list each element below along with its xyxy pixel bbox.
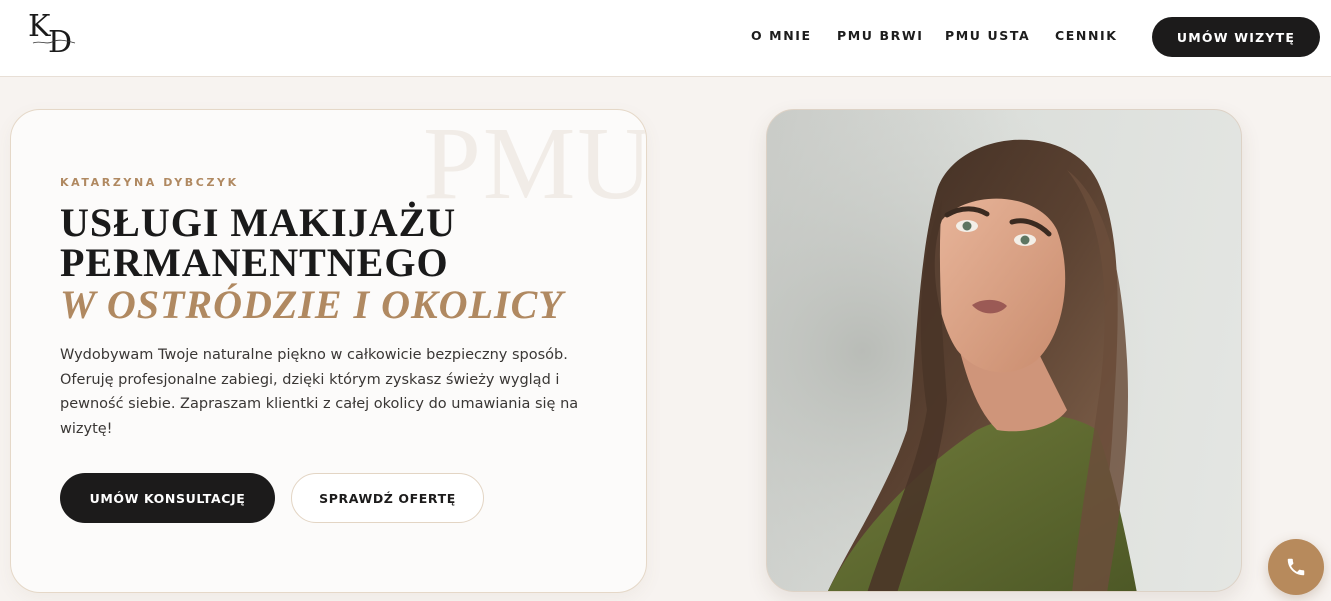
check-offer-button[interactable]: SPRAWDŹ OFERTĘ bbox=[291, 473, 484, 523]
portrait-illustration bbox=[767, 110, 1241, 591]
hero-title-italic: W OSTRÓDZIE I OKOLICY bbox=[60, 282, 564, 327]
call-fab-button[interactable] bbox=[1268, 539, 1324, 595]
hero-description: Wydobywam Twoje naturalne piękno w całko… bbox=[60, 347, 579, 437]
book-consultation-button[interactable]: UMÓW KONSULTACJĘ bbox=[60, 473, 275, 523]
hero-eyebrow: KATARZYNA DYBCZYK bbox=[60, 176, 239, 189]
hero-title-line-1: USŁUGI MAKIJAŻU bbox=[60, 200, 457, 245]
hero-title-line-2: PERMANENTNEGO bbox=[60, 240, 449, 285]
nav-link-pmu-brwi[interactable]: PMU BRWI bbox=[837, 28, 924, 43]
hero-title: USŁUGI MAKIJAŻU PERMANENTNEGO W OSTRÓDZI… bbox=[60, 203, 620, 325]
nav-link-cennik[interactable]: CENNIK bbox=[1055, 28, 1118, 43]
hero-card: PMU KATARZYNA DYBCZYK USŁUGI MAKIJAŻU PE… bbox=[10, 109, 647, 593]
site-header: K D O MNIE PMU BRWI PMU USTA CENNIK UMÓW… bbox=[0, 0, 1331, 77]
nav-link-o-mnie[interactable]: O MNIE bbox=[751, 28, 812, 43]
book-visit-button[interactable]: UMÓW WIZYTĘ bbox=[1152, 17, 1320, 57]
phone-icon bbox=[1287, 558, 1305, 576]
portrait-photo bbox=[766, 109, 1242, 592]
main-nav: O MNIE PMU BRWI PMU USTA CENNIK bbox=[0, 28, 1331, 44]
nav-link-pmu-usta[interactable]: PMU USTA bbox=[945, 28, 1030, 43]
